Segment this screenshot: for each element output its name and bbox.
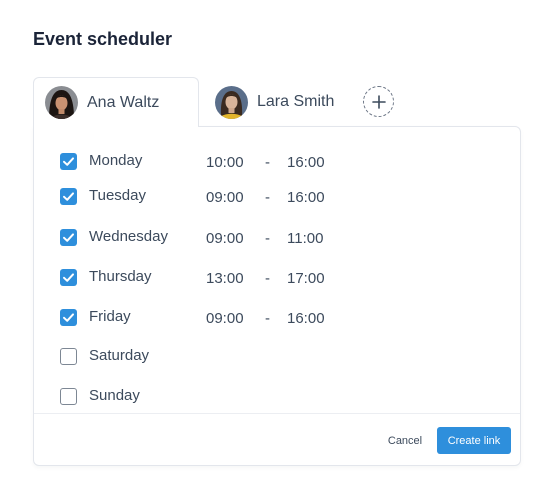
tab-label: Lara Smith [257, 93, 335, 110]
check-icon [63, 192, 74, 201]
day-label: Saturday [89, 347, 150, 364]
day-label: Thursday [89, 268, 152, 285]
time-separator: - [265, 189, 270, 206]
day-label: Wednesday [89, 228, 168, 245]
schedule-row-thursday: Thursday 13:00 - 17:00 [34, 266, 520, 290]
avatar-ana-waltz [45, 86, 78, 119]
plus-icon [371, 94, 386, 109]
end-time[interactable]: 11:00 [287, 230, 323, 247]
day-label: Tuesday [89, 187, 146, 204]
start-time[interactable]: 13:00 [206, 270, 244, 287]
schedule-panel: Monday 10:00 - 16:00 Tuesday 09:00 - 16:… [33, 126, 521, 466]
friday-checkbox[interactable] [60, 309, 77, 326]
tuesday-checkbox[interactable] [60, 188, 77, 205]
time-separator: - [265, 270, 270, 287]
schedule-row-friday: Friday 09:00 - 16:00 [34, 306, 520, 330]
end-time[interactable]: 16:00 [287, 310, 325, 327]
avatar-lara-smith [215, 85, 248, 119]
end-time[interactable]: 16:00 [287, 154, 325, 171]
wednesday-checkbox[interactable] [60, 229, 77, 246]
tab-label: Ana Waltz [87, 93, 160, 111]
day-label: Monday [89, 152, 143, 169]
check-icon [63, 313, 74, 322]
day-label: Sunday [89, 387, 140, 404]
tab-lara-smith[interactable]: Lara Smith [214, 77, 354, 127]
start-time[interactable]: 09:00 [206, 310, 244, 327]
check-icon [63, 157, 74, 166]
end-time[interactable]: 16:00 [287, 189, 325, 206]
saturday-checkbox[interactable] [60, 348, 77, 365]
check-icon [63, 273, 74, 282]
thursday-checkbox[interactable] [60, 269, 77, 286]
time-separator: - [265, 230, 270, 247]
tab-ana-waltz[interactable]: Ana Waltz [33, 77, 199, 127]
time-separator: - [265, 310, 270, 327]
day-label: Friday [89, 308, 131, 325]
schedule-row-wednesday: Wednesday 09:00 - 11:00 [34, 226, 520, 250]
footer-divider [34, 413, 520, 414]
start-time[interactable]: 09:00 [206, 230, 244, 247]
schedule-row-saturday: Saturday [34, 345, 520, 369]
sunday-checkbox[interactable] [60, 388, 77, 405]
monday-checkbox[interactable] [60, 153, 77, 170]
check-icon [63, 233, 74, 242]
cancel-button[interactable]: Cancel [377, 427, 433, 455]
schedule-row-monday: Monday 10:00 - 16:00 [34, 150, 520, 174]
create-link-button[interactable]: Create link [437, 427, 511, 454]
schedule-row-sunday: Sunday [34, 385, 520, 409]
start-time[interactable]: 09:00 [206, 189, 244, 206]
schedule-row-tuesday: Tuesday 09:00 - 16:00 [34, 185, 520, 209]
time-separator: - [265, 154, 270, 171]
add-person-button[interactable] [363, 86, 394, 117]
start-time[interactable]: 10:00 [206, 154, 244, 171]
end-time[interactable]: 17:00 [287, 270, 325, 287]
page-title: Event scheduler [33, 29, 173, 49]
